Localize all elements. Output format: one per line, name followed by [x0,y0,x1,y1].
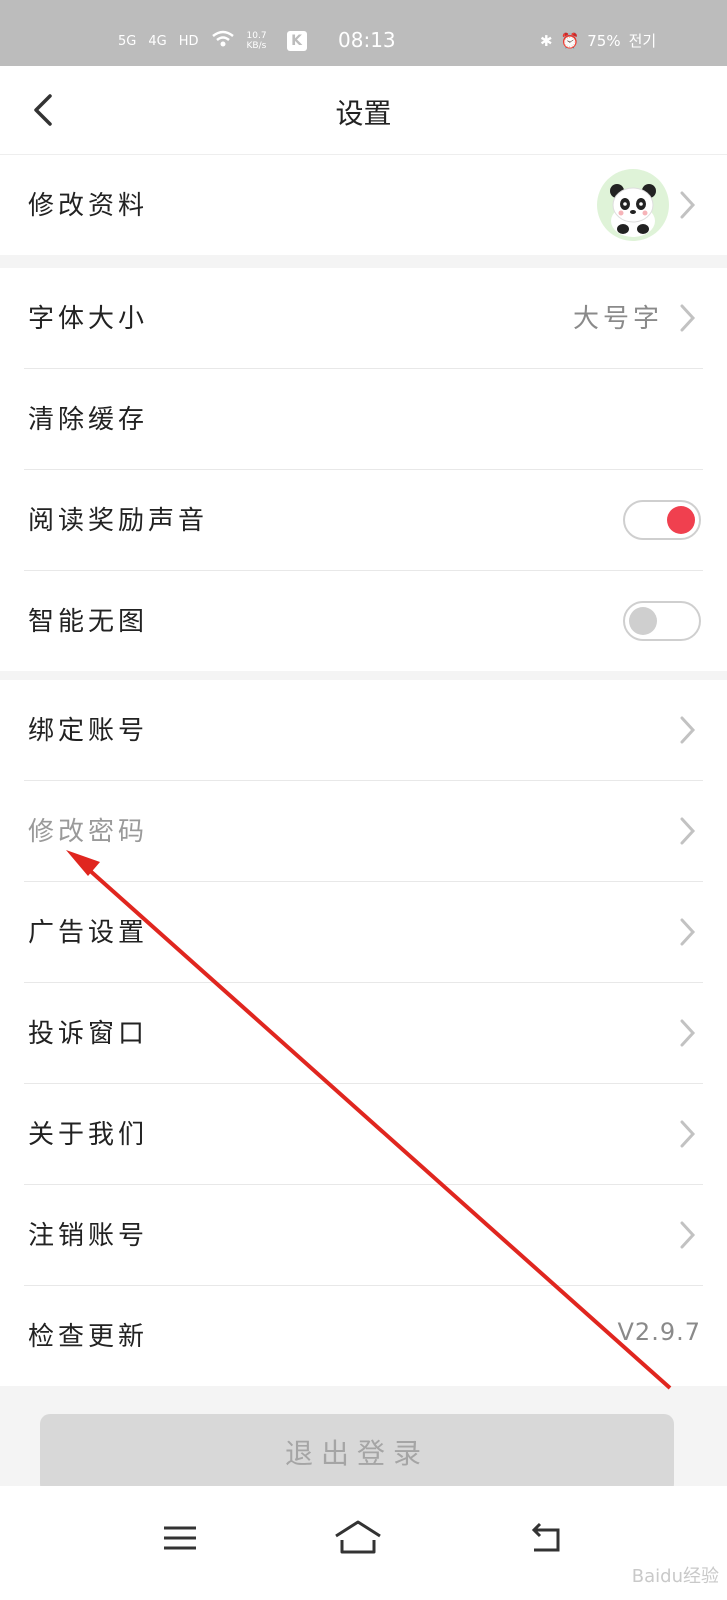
edit-profile-row[interactable]: 修改资料 [24,155,703,255]
logout-button[interactable]: 退出登录 [40,1414,674,1494]
font-size-row[interactable]: 字体大小 大号字 [24,268,703,369]
back-arrow-icon [531,1522,560,1552]
font-size-value: 大号字 [572,304,663,334]
clear-cache-row[interactable]: 清除缓存 [24,369,703,470]
battery-percent: 75% [587,31,621,50]
complaint-window-label: 投诉窗口 [28,1019,149,1049]
profile-section: 修改资料 [0,155,727,255]
read-reward-sound-toggle[interactable] [623,500,701,540]
carrier-label: 전기 [628,32,657,50]
chevron-right-icon [680,1221,696,1249]
chevron-right-icon [680,716,696,744]
baidu-watermark: Baidu经验 [631,1566,719,1587]
hd-icon: HD [178,33,199,49]
read-reward-sound-label: 阅读奖励声音 [28,506,209,536]
smart-no-image-row: 智能无图 [24,571,703,671]
toggle-knob-off [629,607,657,635]
check-update-label: 检查更新 [28,1322,149,1352]
status-bar: 5G 4G HD 10.7 KB/s K 08:13 ✱ ⏰ 75% 전기 [0,0,727,66]
header-bar: 设置 [0,66,727,155]
ad-settings-row[interactable]: 广告设置 [24,882,703,983]
read-reward-sound-row: 阅读奖励声音 [24,470,703,571]
k-app-icon: K [286,31,307,51]
about-us-row[interactable]: 关于我们 [24,1084,703,1185]
chevron-right-icon [680,1019,696,1047]
smart-no-image-label: 智能无图 [28,607,149,637]
account-section: 绑定账号 修改密码 广告设置 投诉窗口 关于我们 注销账号 检查更新 V2.9.… [0,680,727,1386]
system-nav-bar: Baidu经验 [0,1486,727,1600]
signal-4g-icon: 4G [148,33,167,49]
toggle-knob-on [667,506,695,534]
chevron-right-icon [680,191,696,219]
change-password-row[interactable]: 修改密码 [24,781,703,882]
chevron-right-icon [680,817,696,845]
font-size-label: 字体大小 [28,304,149,334]
cancel-account-row[interactable]: 注销账号 [24,1185,703,1286]
edit-profile-label: 修改资料 [28,191,149,221]
chevron-right-icon [680,1120,696,1148]
clear-cache-label: 清除缓存 [28,405,149,435]
status-bar-right: ✱ ⏰ 75% 전기 [540,30,656,51]
check-update-row[interactable]: 检查更新 V2.9.7 [24,1286,703,1386]
home-button[interactable] [332,1516,384,1560]
change-password-label: 修改密码 [28,817,149,847]
bind-account-label: 绑定账号 [28,716,149,746]
home-icon [335,1520,381,1554]
avatar [597,169,669,241]
smart-no-image-toggle[interactable] [623,601,701,641]
menu-icon [164,1526,196,1550]
alarm-icon: ⏰ [560,31,580,50]
wifi-icon [211,30,235,52]
page-title: 设置 [335,97,392,130]
bind-account-row[interactable]: 绑定账号 [24,680,703,781]
status-bar-left: 5G 4G HD 10.7 KB/s K [118,30,307,52]
chevron-right-icon [680,304,696,332]
menu-button[interactable] [158,1516,202,1560]
about-us-label: 关于我们 [28,1120,149,1150]
panda-avatar-icon [610,184,656,237]
ad-settings-label: 广告设置 [28,918,149,948]
chevron-right-icon [680,918,696,946]
status-time: 08:13 [338,28,396,52]
signal-5g-icon: 5G [118,33,137,49]
bluetooth-icon: ✱ [540,31,553,50]
network-speed: 10.7 KB/s [246,31,267,51]
cancel-account-label: 注销账号 [28,1221,149,1251]
back-nav-button[interactable] [524,1516,568,1560]
version-value: V2.9.7 [617,1318,701,1346]
complaint-window-row[interactable]: 投诉窗口 [24,983,703,1084]
preferences-section: 字体大小 大号字 清除缓存 阅读奖励声音 智能无图 [0,268,727,671]
